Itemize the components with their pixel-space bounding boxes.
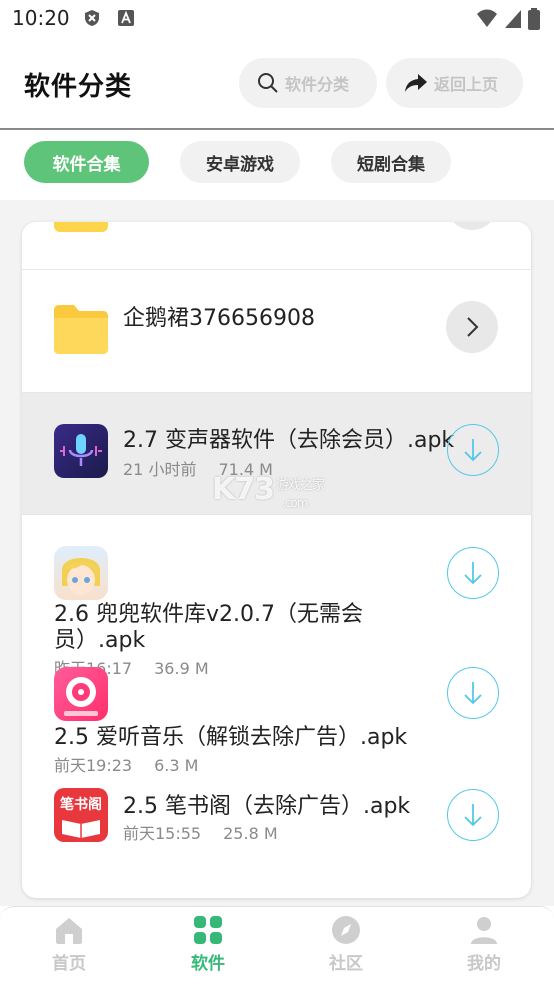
nav-item-home[interactable]: 首页 xyxy=(29,915,109,974)
grid-icon xyxy=(194,916,222,944)
page-header: 软件分类 软件分类 返回上页 xyxy=(0,40,554,130)
divider xyxy=(22,514,531,515)
chevron-right-button[interactable] xyxy=(446,222,498,230)
file-list-card: 企鹅裙376656908 2.7 变声器软件（去除会员）.apk 21 小时前 7… xyxy=(22,222,531,898)
file-time: 前天15:55 xyxy=(123,824,202,843)
nav-item-software[interactable]: 软件 xyxy=(168,915,248,974)
compass-icon xyxy=(332,916,360,944)
download-button[interactable] xyxy=(447,547,499,599)
file-meta: 前天19:23 6.3 M xyxy=(54,752,198,776)
nav-item-label: 软件 xyxy=(191,954,225,974)
download-icon xyxy=(464,804,482,827)
search-button-label: 软件分类 xyxy=(285,75,350,94)
file-name: 2.5 爱听音乐（解锁去除广告）.apk xyxy=(54,725,408,750)
book-app-icon: 笔书阁 xyxy=(54,788,108,842)
download-button[interactable] xyxy=(447,667,499,719)
status-bar: 10:20 xyxy=(0,0,554,40)
file-time: 21 小时前 xyxy=(123,460,197,479)
file-name-line2: 员）.apk xyxy=(54,628,146,653)
watermark-main: K73 xyxy=(212,472,275,507)
file-size: 6.3 M xyxy=(154,756,199,775)
tab-short-drama[interactable]: 短剧合集 xyxy=(331,141,451,183)
chevron-right-icon xyxy=(467,317,479,337)
download-icon xyxy=(464,682,482,705)
download-icon xyxy=(464,439,482,462)
nav-item-label: 我的 xyxy=(467,954,501,974)
folder-icon xyxy=(54,305,108,354)
voice-changer-icon xyxy=(54,424,108,478)
person-icon xyxy=(471,917,497,944)
app-a-icon xyxy=(118,10,134,26)
search-button[interactable]: 软件分类 xyxy=(239,58,377,108)
shield-icon xyxy=(85,10,99,26)
wifi-icon xyxy=(477,9,497,27)
tab-android-games[interactable]: 安卓游戏 xyxy=(180,141,300,183)
watermark-sub: 游戏之家 xyxy=(276,478,325,493)
watermark-logo: K73 游戏之家 .com xyxy=(212,472,325,510)
search-icon xyxy=(258,73,278,93)
open-folder-button[interactable] xyxy=(446,301,498,353)
status-time: 10:20 xyxy=(12,6,70,30)
signal-icon xyxy=(505,10,521,28)
share-forward-icon xyxy=(405,74,427,92)
home-icon xyxy=(56,918,82,944)
nav-item-label: 社区 xyxy=(329,954,363,974)
download-button[interactable] xyxy=(447,424,499,476)
back-button-label: 返回上页 xyxy=(434,75,499,94)
nav-item-mine[interactable]: 我的 xyxy=(444,915,524,974)
tab-software-collection[interactable]: 软件合集 xyxy=(24,141,149,183)
music-app-icon xyxy=(54,667,108,721)
file-name: 2.5 笔书阁（去除广告）.apk xyxy=(123,794,411,819)
folder-name: 企鹅裙376656908 xyxy=(123,306,315,331)
folder-icon xyxy=(54,222,108,232)
download-button[interactable] xyxy=(447,789,499,841)
watermark-domain: .com xyxy=(282,496,308,510)
nav-item-label: 首页 xyxy=(52,954,86,974)
bottom-navigation: 首页 软件 社区 我的 xyxy=(0,906,554,984)
back-button[interactable]: 返回上页 xyxy=(386,58,523,108)
divider xyxy=(22,269,531,270)
file-time: 前天19:23 xyxy=(54,756,133,775)
anime-avatar-icon xyxy=(54,546,108,600)
file-meta: 前天15:55 25.8 M xyxy=(123,820,278,844)
category-tabs: 软件合集 安卓游戏 短剧合集 xyxy=(0,130,554,200)
battery-icon xyxy=(528,8,540,30)
file-name: 2.7 变声器软件（去除会员）.apk xyxy=(123,428,455,453)
file-size: 36.9 M xyxy=(154,659,209,678)
nav-item-community[interactable]: 社区 xyxy=(306,915,386,974)
download-icon xyxy=(464,562,482,585)
file-size: 25.8 M xyxy=(223,824,278,843)
page-title: 软件分类 xyxy=(24,72,133,102)
